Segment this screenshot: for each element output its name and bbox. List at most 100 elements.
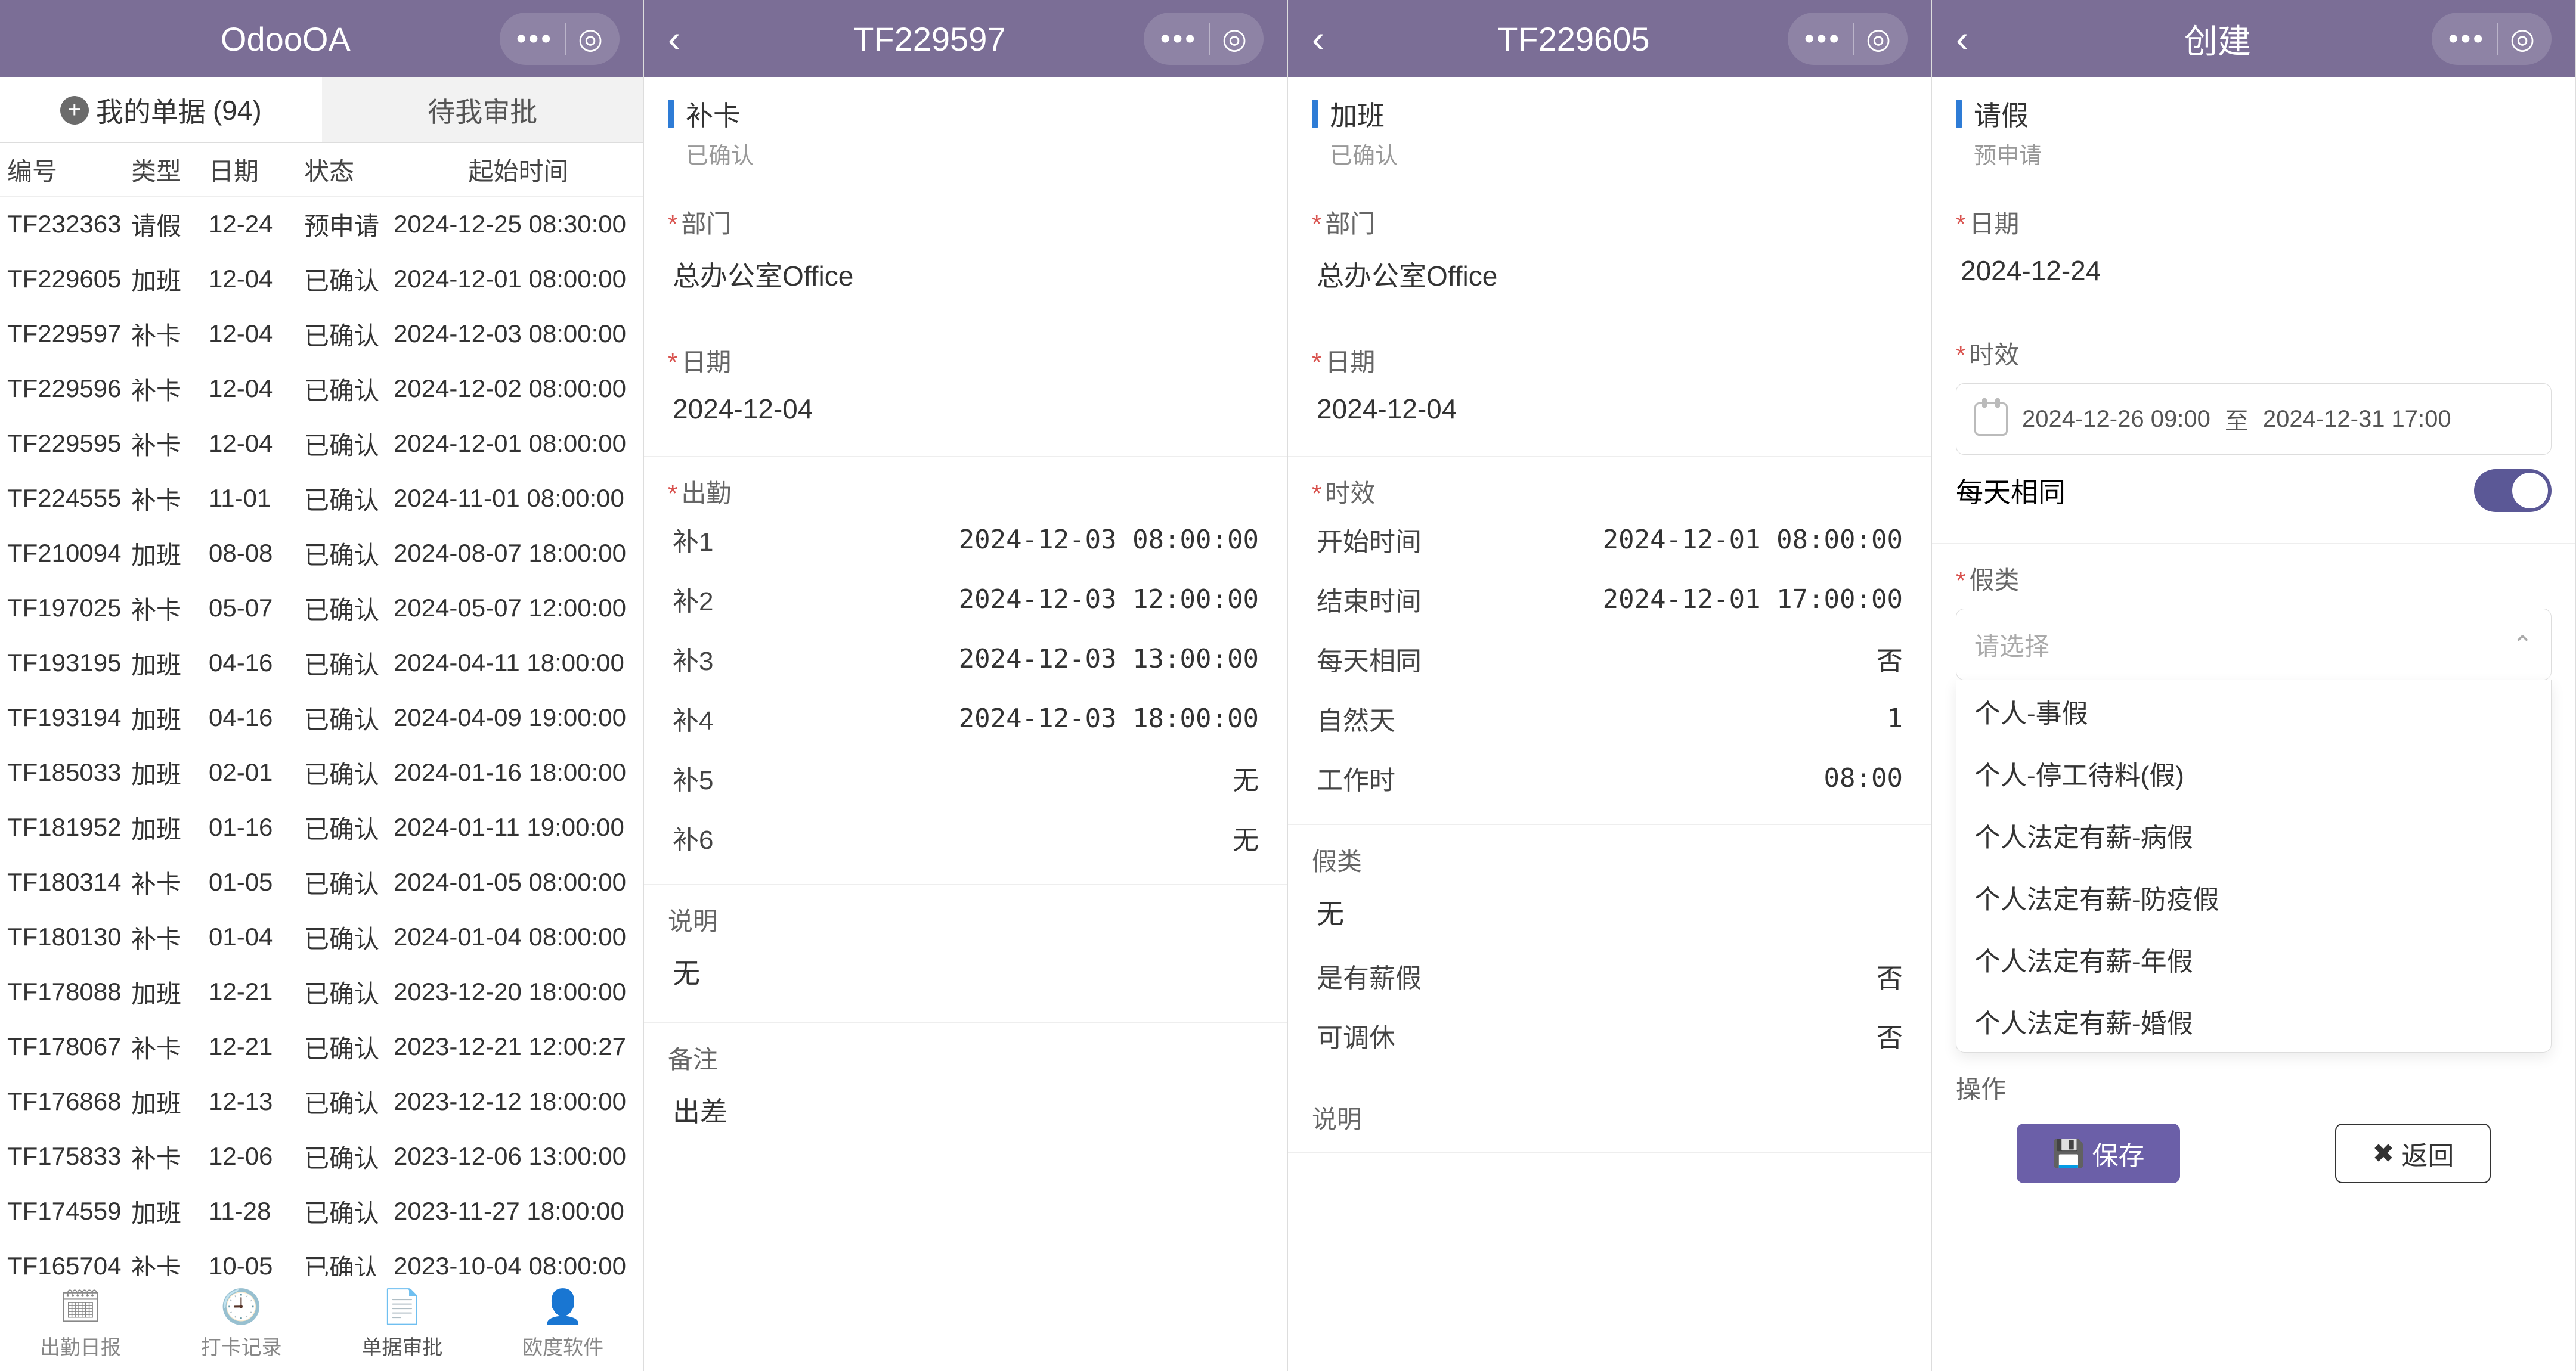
menu-icon[interactable]: •••	[2448, 23, 2498, 55]
accent-bar	[1312, 100, 1318, 128]
leavetype-select[interactable]: 请选择 ⌃	[1956, 609, 2552, 680]
dropdown-option[interactable]: 个人-事假	[1956, 680, 2551, 742]
detail-row: 可调休否	[1312, 1006, 1908, 1065]
remark-group: 备注 出差	[644, 1023, 1287, 1161]
miniprogram-capsule[interactable]: •••◎	[1788, 13, 1908, 65]
dropdown-option[interactable]: 个人法定有薪-婚假	[1956, 990, 2551, 1052]
desc-value: 无	[668, 938, 1264, 1006]
menu-icon[interactable]: •••	[1804, 23, 1854, 55]
pane-list: OdooOA ••• ◎ + 我的单据 (94) 待我审批 编号 类型 日期 状…	[0, 0, 644, 1371]
table-row[interactable]: TF210094加班08-08已确认2024-08-07 18:00:00	[0, 526, 643, 581]
table-row[interactable]: TF176868加班12-13已确认2023-12-12 18:00:00	[0, 1074, 643, 1129]
miniprogram-capsule[interactable]: ••• ◎	[500, 13, 620, 65]
table-row[interactable]: TF229596补卡12-04已确认2024-12-02 08:00:00	[0, 361, 643, 416]
nav-approval[interactable]: 📄单据审批	[322, 1276, 483, 1371]
table-row[interactable]: TF232363请假12-24预申请2024-12-25 08:30:00	[0, 197, 643, 252]
menu-icon[interactable]: •••	[516, 23, 566, 55]
tab-my-label: 我的单据	[96, 91, 206, 130]
table-row[interactable]: TF165704补卡10-05已确认2023-10-04 08:00:00	[0, 1239, 643, 1276]
dropdown-option[interactable]: 个人法定有薪-防疫假	[1956, 866, 2551, 928]
footer-buttons: 💾保存 ✖返回	[1956, 1106, 2552, 1201]
record-status: 已确认	[1330, 137, 1908, 170]
date-value[interactable]: 2024-12-24	[1956, 240, 2552, 301]
miniprogram-capsule[interactable]: •••◎	[2432, 13, 2552, 65]
sameday-switch[interactable]	[2474, 469, 2552, 512]
bottom-nav: 🗓出勤日报 🕘打卡记录 📄单据审批 👤欧度软件	[0, 1276, 643, 1371]
date-label: 日期	[1312, 342, 1908, 379]
dropdown-option[interactable]: 个人法定有薪-病假	[1956, 804, 2551, 866]
table-row[interactable]: TF193194加班04-16已确认2024-04-09 19:00:00	[0, 690, 643, 745]
table-row[interactable]: TF180130补卡01-04已确认2024-01-04 08:00:00	[0, 910, 643, 964]
date-group: 日期 2024-12-24	[1932, 187, 2575, 318]
attend-label: 出勤	[668, 473, 1264, 510]
table-row[interactable]: TF174559加班11-28已确认2023-11-27 18:00:00	[0, 1184, 643, 1239]
list-header: 编号 类型 日期 状态 起始时间	[0, 143, 643, 197]
range-sep: 至	[2225, 402, 2249, 436]
date-label: 日期	[1956, 204, 2552, 240]
table-row[interactable]: TF178067补卡12-21已确认2023-12-21 12:00:27	[0, 1019, 643, 1074]
daterange-input[interactable]: 2024-12-26 09:00 至 2024-12-31 17:00	[1956, 383, 2552, 455]
table-row[interactable]: TF229595补卡12-04已确认2024-12-01 08:00:00	[0, 416, 643, 471]
tab-to-approve[interactable]: 待我审批	[322, 77, 644, 142]
table-row[interactable]: TF229597补卡12-04已确认2024-12-03 08:00:00	[0, 306, 643, 361]
leave-rows: 是有薪假否可调休否	[1312, 946, 1908, 1065]
desc-label: 说明	[1312, 1099, 1908, 1136]
head-date: 日期	[209, 151, 304, 188]
menu-icon[interactable]: •••	[1160, 23, 1210, 55]
head-id: 编号	[0, 151, 131, 188]
clock-icon: 🕘	[221, 1287, 262, 1326]
punch-list: 补12024-12-03 08:00:00补22024-12-03 12:00:…	[668, 510, 1264, 867]
date-group: 日期 2024-12-04	[644, 325, 1287, 457]
table-row[interactable]: TF197025补卡05-07已确认2024-05-07 12:00:00	[0, 581, 643, 635]
tab-my-count: (94)	[213, 94, 262, 126]
save-icon: 💾	[2052, 1138, 2085, 1169]
head-start: 起始时间	[394, 151, 643, 188]
pane-create: ‹ 创建 •••◎ 请假 预申请 日期 2024-12-24 时效 2024-1…	[1932, 0, 2576, 1371]
back-icon[interactable]: ‹	[1956, 17, 2004, 61]
desc-label: 说明	[668, 901, 1264, 938]
form-body: 请假 预申请 日期 2024-12-24 时效 2024-12-26 09:00…	[1932, 77, 2575, 1371]
desc-group: 说明	[1288, 1082, 1931, 1153]
back-button[interactable]: ✖返回	[2335, 1124, 2491, 1183]
close-icon[interactable]: ◎	[1854, 22, 1891, 55]
back-icon[interactable]: ‹	[668, 17, 716, 61]
close-icon[interactable]: ◎	[566, 22, 603, 55]
record-status: 已确认	[686, 137, 1264, 170]
dept-label: 部门	[1312, 204, 1908, 240]
detail-row: 自然天1	[1312, 688, 1908, 748]
sameday-row: 每天相同	[1956, 455, 2552, 526]
user-gear-icon: 👤	[542, 1287, 584, 1326]
table-row[interactable]: TF185033加班02-01已确认2024-01-16 18:00:00	[0, 745, 643, 800]
table-row[interactable]: TF181952加班01-16已确认2024-01-11 19:00:00	[0, 800, 643, 855]
remark-label: 备注	[668, 1040, 1264, 1076]
table-row[interactable]: TF178088加班12-21已确认2023-12-20 18:00:00	[0, 964, 643, 1019]
eff-group: 时效 2024-12-26 09:00 至 2024-12-31 17:00 每…	[1932, 318, 2575, 544]
table-row[interactable]: TF229605加班12-04已确认2024-12-01 08:00:00	[0, 252, 643, 306]
close-icon[interactable]: ◎	[1210, 22, 1247, 55]
table-row[interactable]: TF175833补卡12-06已确认2023-12-06 13:00:00	[0, 1129, 643, 1184]
nav-odoo[interactable]: 👤欧度软件	[482, 1276, 643, 1371]
leavetype-dropdown: 个人-事假个人-停工待料(假)个人法定有薪-病假个人法定有薪-防疫假个人法定有薪…	[1956, 680, 2552, 1053]
table-row[interactable]: TF224555补卡11-01已确认2024-11-01 08:00:00	[0, 471, 643, 526]
leavetype-none: 无	[1312, 878, 1908, 946]
dept-label: 部门	[668, 204, 1264, 240]
app-title: OdooOA	[72, 20, 500, 58]
close-icon[interactable]: ◎	[2498, 22, 2535, 55]
dropdown-option[interactable]: 个人法定有薪-年假	[1956, 928, 2551, 990]
nav-punch[interactable]: 🕘打卡记录	[161, 1276, 322, 1371]
dropdown-option[interactable]: 个人-停工待料(假)	[1956, 742, 2551, 804]
page-title: TF229597	[716, 20, 1144, 58]
tab-my-records[interactable]: + 我的单据 (94)	[0, 77, 322, 142]
back-icon[interactable]: ‹	[1312, 17, 1360, 61]
punch-row: 补6无	[668, 808, 1264, 867]
eff-rows: 开始时间2024-12-01 08:00:00结束时间2024-12-01 17…	[1312, 510, 1908, 808]
detail-body: 补卡 已确认 部门 总办公室Office 日期 2024-12-04 出勤 补1…	[644, 77, 1287, 1371]
nav-attendance[interactable]: 🗓出勤日报	[0, 1276, 161, 1371]
save-button[interactable]: 💾保存	[2017, 1124, 2181, 1183]
punch-row: 补32024-12-03 13:00:00	[668, 629, 1264, 688]
table-row[interactable]: TF180314补卡01-05已确认2024-01-05 08:00:00	[0, 855, 643, 910]
table-row[interactable]: TF193195加班04-16已确认2024-04-11 18:00:00	[0, 635, 643, 690]
miniprogram-capsule[interactable]: •••◎	[1144, 13, 1264, 65]
plus-icon[interactable]: +	[60, 96, 89, 125]
eff-label: 时效	[1956, 335, 2552, 371]
